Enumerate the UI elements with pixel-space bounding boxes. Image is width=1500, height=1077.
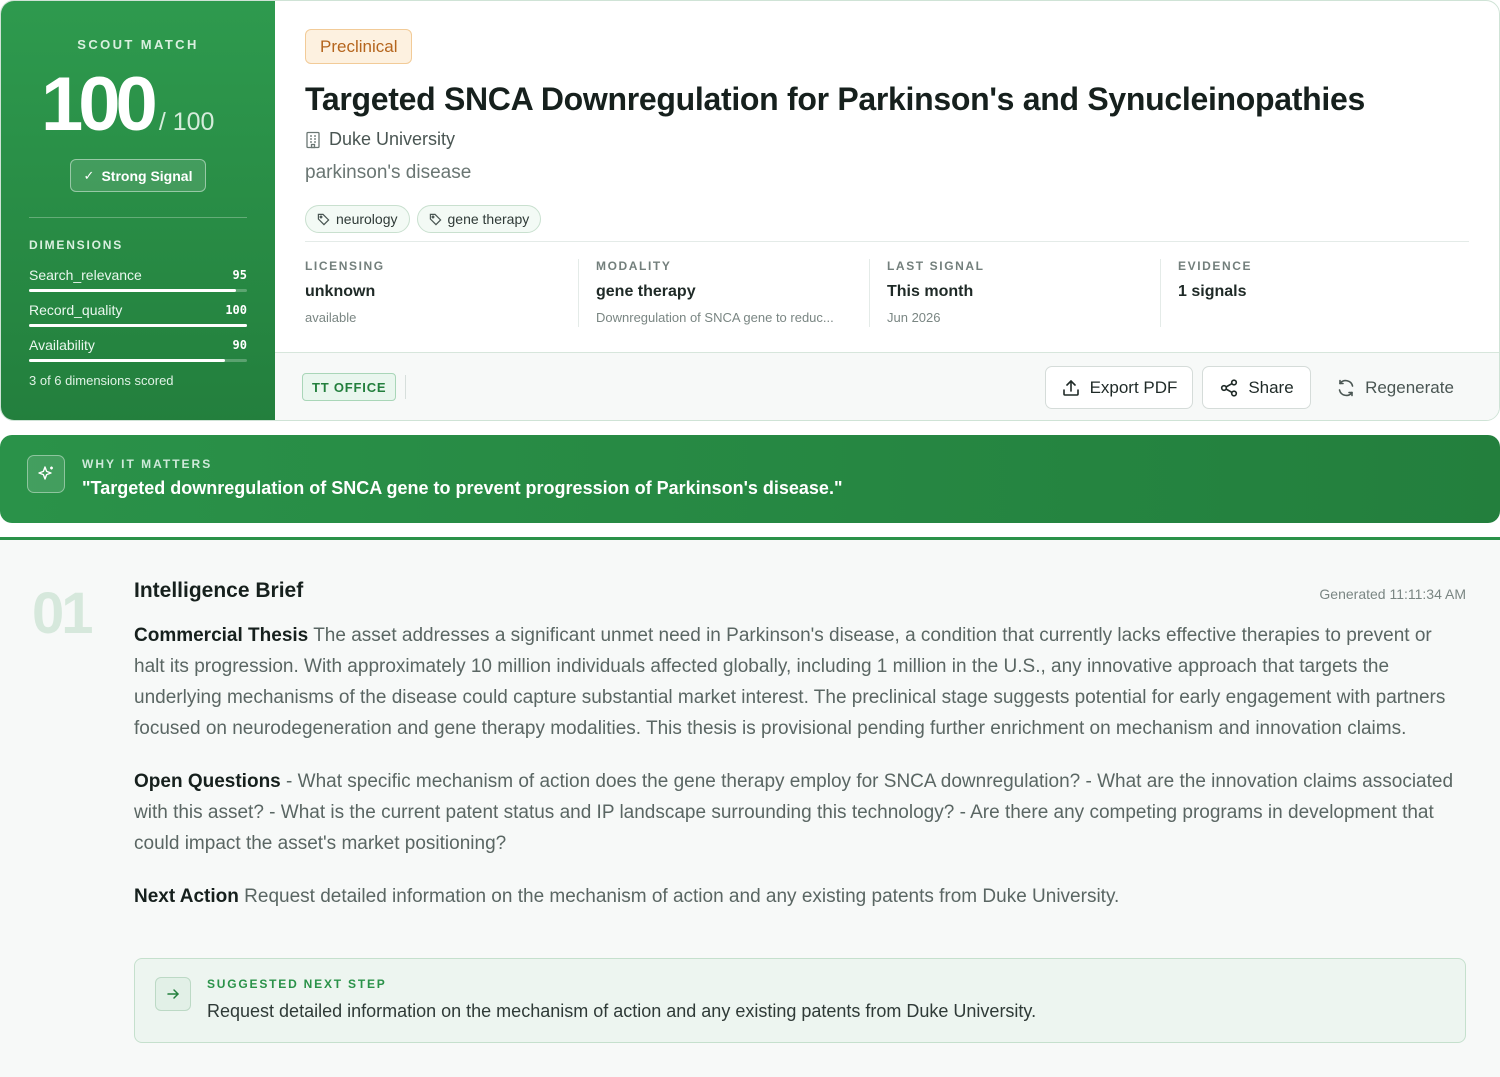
asset-card: SCOUT MATCH 100 / 100 ✓ Strong Signal DI… bbox=[0, 0, 1500, 421]
share-icon bbox=[1221, 378, 1238, 397]
commercial-thesis-text: The asset addresses a significant unmet … bbox=[134, 625, 1446, 739]
metric-separator bbox=[1160, 259, 1161, 327]
tag-neurology[interactable]: neurology bbox=[305, 205, 410, 233]
dimension-bar bbox=[29, 359, 247, 362]
metric-licensing: LICENSING unknown available bbox=[305, 259, 563, 327]
metric-last-signal: LAST SIGNAL This month Jun 2026 bbox=[887, 259, 1145, 327]
metric-modality: MODALITY gene therapy Downregulation of … bbox=[596, 259, 854, 327]
arrow-right-icon bbox=[155, 977, 191, 1011]
metric-label: EVIDENCE bbox=[1178, 259, 1253, 273]
institution-name: Duke University bbox=[329, 129, 456, 149]
metric-label: LAST SIGNAL bbox=[887, 259, 985, 273]
tag-label: gene therapy bbox=[447, 211, 530, 227]
institution: Duke University bbox=[305, 129, 455, 150]
score-value: 100 bbox=[41, 62, 158, 147]
commercial-thesis-heading: Commercial Thesis bbox=[134, 625, 309, 646]
next-action-heading: Next Action bbox=[134, 886, 239, 907]
divider bbox=[405, 375, 406, 399]
metric-label: LICENSING bbox=[305, 259, 385, 273]
metric-label: MODALITY bbox=[596, 259, 672, 273]
divider bbox=[29, 217, 247, 218]
refresh-icon bbox=[1338, 379, 1354, 396]
stage-badge: Preclinical bbox=[305, 29, 413, 64]
regenerate-label: Regenerate bbox=[1365, 377, 1454, 397]
dimension-name: Search_relevance bbox=[29, 267, 142, 283]
suggested-next-step-text: Request detailed information on the mech… bbox=[207, 1001, 1037, 1021]
score-panel: SCOUT MATCH 100 / 100 ✓ Strong Signal DI… bbox=[1, 1, 275, 420]
dimensions-footer: 3 of 6 dimensions scored bbox=[29, 373, 174, 388]
next-action: Next Action Request detailed information… bbox=[134, 881, 1466, 912]
intelligence-brief-section: 01 Intelligence Brief Generated 11:11:34… bbox=[0, 537, 1500, 1077]
dimension-bar-fill bbox=[29, 359, 226, 362]
suggested-next-step-card: SUGGESTED NEXT STEP Request detailed inf… bbox=[134, 958, 1466, 1043]
dimension-search-relevance: Search_relevance 95 bbox=[29, 267, 247, 292]
dimensions-label: DIMENSIONS bbox=[29, 238, 124, 252]
score-max: / 100 bbox=[158, 108, 215, 136]
tag-list: neurology gene therapy bbox=[305, 205, 542, 233]
metric-separator bbox=[578, 259, 579, 327]
why-it-matters-banner: WHY IT MATTERS "Targeted downregulation … bbox=[0, 435, 1500, 523]
open-questions-heading: Open Questions bbox=[134, 771, 281, 792]
metric-sub: Downregulation of SNCA gene to reduc... bbox=[596, 310, 834, 325]
metric-sub: available bbox=[305, 310, 357, 325]
asset-title: Targeted SNCA Downregulation for Parkins… bbox=[305, 81, 1365, 117]
why-it-matters-quote: "Targeted downregulation of SNCA gene to… bbox=[82, 478, 843, 498]
export-pdf-label: Export PDF bbox=[1089, 377, 1178, 397]
share-label: Share bbox=[1248, 377, 1294, 397]
strong-signal-badge: ✓ Strong Signal bbox=[70, 159, 206, 192]
dimension-bar-fill bbox=[29, 289, 237, 292]
scout-match-label: SCOUT MATCH bbox=[77, 37, 199, 52]
why-it-matters-label: WHY IT MATTERS bbox=[82, 457, 213, 471]
suggested-next-step-label: SUGGESTED NEXT STEP bbox=[207, 977, 387, 991]
section-number: 01 bbox=[32, 581, 93, 646]
disease-indication: parkinson's disease bbox=[305, 162, 472, 183]
share-button[interactable]: Share bbox=[1202, 366, 1311, 409]
dimension-name: Availability bbox=[29, 337, 95, 353]
brief-body: Commercial Thesis The asset addresses a … bbox=[134, 620, 1466, 934]
tag-label: neurology bbox=[336, 211, 398, 227]
action-bar: TT OFFICE Export PDF Share Regenerate bbox=[275, 352, 1499, 420]
metric-value: This month bbox=[887, 283, 974, 300]
upload-icon bbox=[1062, 379, 1079, 396]
metric-value: unknown bbox=[305, 283, 376, 300]
open-questions-text: - What specific mechanism of action does… bbox=[134, 771, 1454, 854]
dimension-value: 95 bbox=[232, 268, 247, 282]
dimension-value: 90 bbox=[232, 338, 247, 352]
dimension-name: Record_quality bbox=[29, 302, 123, 318]
dimension-bar bbox=[29, 324, 247, 327]
dimension-record-quality: Record_quality 100 bbox=[29, 302, 247, 327]
divider bbox=[305, 241, 1469, 242]
regenerate-button[interactable]: Regenerate bbox=[1325, 366, 1465, 409]
commercial-thesis: Commercial Thesis The asset addresses a … bbox=[134, 620, 1466, 744]
dimension-bar bbox=[29, 289, 247, 292]
check-icon: ✓ bbox=[83, 167, 95, 183]
metrics-row: LICENSING unknown available MODALITY gen… bbox=[305, 259, 1469, 329]
export-pdf-button[interactable]: Export PDF bbox=[1045, 366, 1193, 409]
open-questions: Open Questions - What specific mechanism… bbox=[134, 766, 1466, 859]
score-display: 100 / 100 bbox=[41, 67, 214, 143]
metric-value: gene therapy bbox=[596, 283, 696, 300]
tt-office-chip[interactable]: TT OFFICE bbox=[302, 373, 397, 401]
sparkle-icon bbox=[27, 455, 65, 493]
building-icon bbox=[306, 131, 320, 148]
dimension-value: 100 bbox=[225, 303, 247, 317]
dimension-bar-fill bbox=[29, 324, 247, 327]
metric-evidence: EVIDENCE 1 signals bbox=[1178, 259, 1436, 327]
tag-gene-therapy[interactable]: gene therapy bbox=[416, 205, 542, 233]
asset-info: Preclinical Targeted SNCA Downregulation… bbox=[275, 1, 1499, 352]
tag-icon bbox=[317, 213, 330, 225]
generated-timestamp: Generated 11:11:34 AM bbox=[1319, 586, 1466, 602]
metric-sub: Jun 2026 bbox=[887, 310, 941, 325]
dimension-availability: Availability 90 bbox=[29, 337, 247, 362]
tag-icon bbox=[429, 213, 441, 225]
signal-label: Strong Signal bbox=[101, 167, 193, 184]
metric-value: 1 signals bbox=[1178, 283, 1247, 300]
metric-separator bbox=[869, 259, 870, 327]
brief-title: Intelligence Brief bbox=[134, 579, 304, 602]
next-action-text: Request detailed information on the mech… bbox=[244, 886, 1120, 907]
